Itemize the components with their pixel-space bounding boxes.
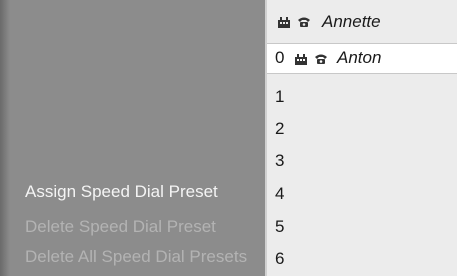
slot-number: 1 — [275, 87, 285, 106]
building-icon — [294, 53, 308, 65]
phone-icon — [314, 53, 328, 65]
list-item-annette[interactable]: Annette — [267, 8, 457, 38]
phone-icon — [297, 16, 311, 28]
speed-dial-menu: Assign Speed Dial Preset Delete Speed Di… — [0, 0, 265, 276]
list-item-selected[interactable]: 0 Anton — [267, 43, 457, 74]
contact-name: Anton — [337, 48, 382, 67]
slot-number: 0 — [275, 48, 285, 67]
left-edge-shade — [0, 0, 10, 276]
slot-number: 2 — [275, 119, 285, 138]
contact-name: Annette — [322, 12, 381, 31]
list-item-slot-5[interactable]: 5 — [267, 212, 457, 242]
list-item-slot-1[interactable]: 1 — [267, 82, 457, 112]
list-item-slot-6[interactable]: 6 — [267, 244, 457, 274]
menu-item-delete-all-speed-dial-presets[interactable]: Delete All Speed Dial Presets — [25, 247, 247, 267]
slot-number: 6 — [275, 249, 285, 268]
list-item-slot-4[interactable]: 4 — [267, 179, 457, 209]
building-icon — [277, 16, 291, 28]
menu-item-assign-speed-dial-preset[interactable]: Assign Speed Dial Preset — [25, 182, 218, 202]
menu-item-delete-speed-dial-preset[interactable]: Delete Speed Dial Preset — [25, 217, 216, 237]
list-item-slot-2[interactable]: 2 — [267, 114, 457, 144]
slot-number: 5 — [275, 217, 285, 236]
slot-number: 4 — [275, 184, 285, 203]
slot-number: 3 — [275, 151, 285, 170]
list-item-slot-3[interactable]: 3 — [267, 146, 457, 176]
speed-dial-list: Annette 0 Anton 1 2 3 4 5 6 — [265, 0, 457, 276]
